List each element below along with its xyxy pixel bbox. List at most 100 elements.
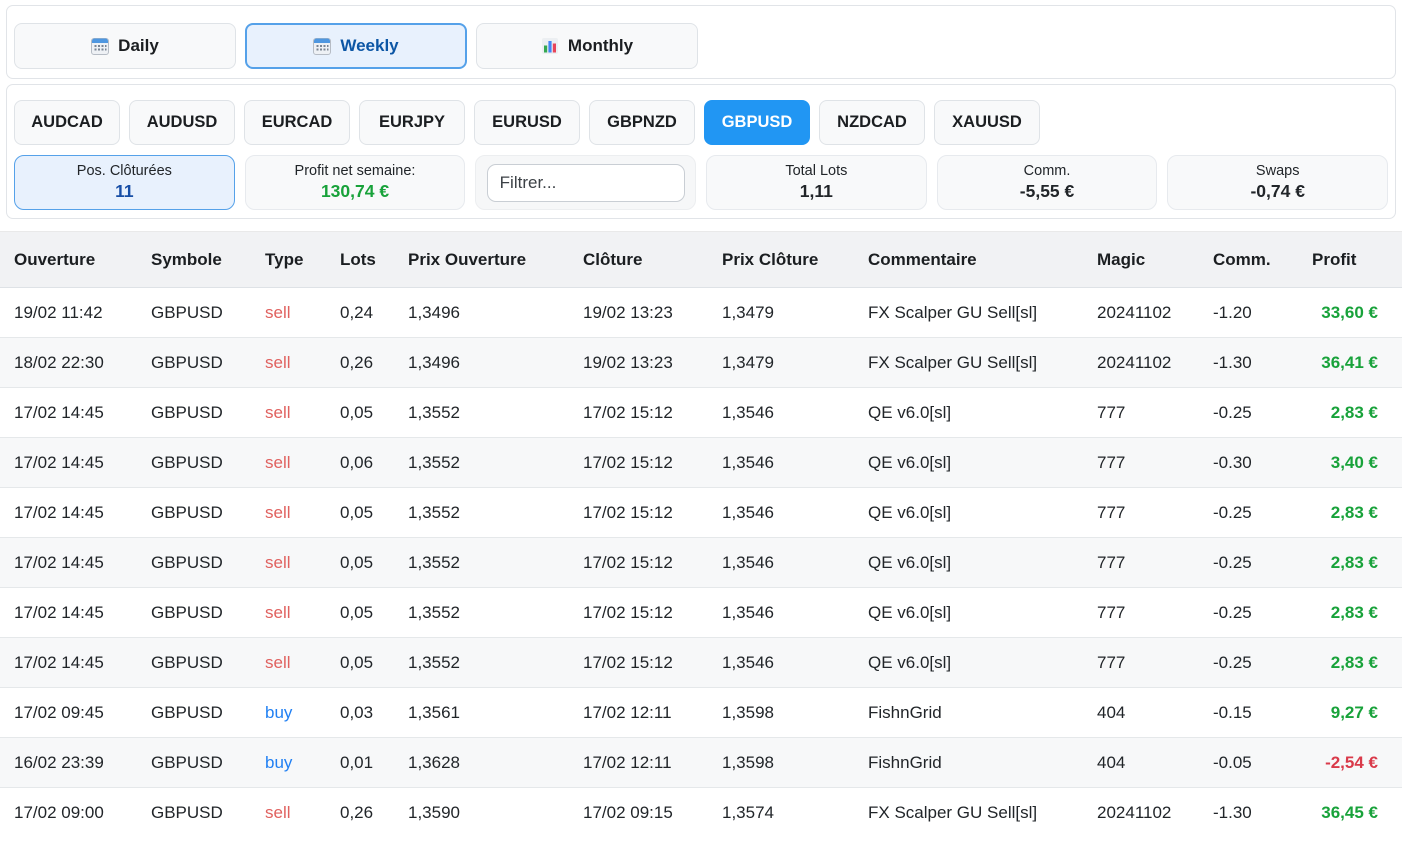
cell-open-price: 1,3628 — [394, 738, 569, 788]
column-header: Type — [251, 232, 326, 288]
cell-type: sell — [251, 288, 326, 338]
table-row: 17/02 14:45 GBPUSD sell 0,06 1,3552 17/0… — [0, 438, 1402, 488]
cell-comment: QE v6.0[sl] — [854, 588, 1083, 638]
cell-type: sell — [251, 588, 326, 638]
cell-comment: FishnGrid — [854, 738, 1083, 788]
commission-label: Comm. — [1024, 163, 1071, 179]
table-row: 16/02 23:39 GBPUSD buy 0,01 1,3628 17/02… — [0, 738, 1402, 788]
table-row: 17/02 14:45 GBPUSD sell 0,05 1,3552 17/0… — [0, 538, 1402, 588]
cell-close-price: 1,3546 — [708, 588, 854, 638]
total-lots-value: 1,11 — [800, 181, 833, 202]
cell-magic: 777 — [1083, 638, 1199, 688]
cell-comment: QE v6.0[sl] — [854, 488, 1083, 538]
cell-close-time: 17/02 12:11 — [569, 738, 708, 788]
cell-profit: 36,45 € — [1298, 788, 1402, 838]
total-lots-label: Total Lots — [785, 163, 847, 179]
cell-open-time: 19/02 11:42 — [0, 288, 137, 338]
filter-input[interactable] — [487, 164, 685, 202]
swaps-value: -0,74 € — [1250, 181, 1304, 202]
cell-profit: 9,27 € — [1298, 688, 1402, 738]
cell-comment: FX Scalper GU Sell[sl] — [854, 288, 1083, 338]
symbol-tab-nzdcad[interactable]: NZDCAD — [819, 100, 925, 145]
symbol-tab-eurusd[interactable]: EURUSD — [474, 100, 580, 145]
cell-lots: 0,05 — [326, 588, 394, 638]
cell-commission: -1.30 — [1199, 788, 1298, 838]
calendar-icon — [91, 37, 109, 55]
cell-profit: 2,83 € — [1298, 488, 1402, 538]
symbol-tab-label: AUDCAD — [31, 113, 103, 131]
cell-symbol: GBPUSD — [137, 538, 251, 588]
column-header: Commentaire — [854, 232, 1083, 288]
cell-profit: 2,83 € — [1298, 638, 1402, 688]
symbol-tab-gbpnzd[interactable]: GBPNZD — [589, 100, 695, 145]
cell-open-price: 1,3552 — [394, 488, 569, 538]
cell-open-price: 1,3552 — [394, 438, 569, 488]
closed-positions-stat[interactable]: Pos. Clôturées 11 — [14, 155, 235, 210]
column-header: Ouverture — [0, 232, 137, 288]
cell-type: sell — [251, 638, 326, 688]
cell-symbol: GBPUSD — [137, 288, 251, 338]
cell-magic: 777 — [1083, 588, 1199, 638]
cell-lots: 0,03 — [326, 688, 394, 738]
column-header: Comm. — [1199, 232, 1298, 288]
symbol-tab-label: AUDUSD — [147, 113, 218, 131]
table-row: 19/02 11:42 GBPUSD sell 0,24 1,3496 19/0… — [0, 288, 1402, 338]
symbol-tab-eurcad[interactable]: EURCAD — [244, 100, 350, 145]
table-header-row: OuvertureSymboleTypeLotsPrix OuvertureCl… — [0, 232, 1402, 288]
cell-open-price: 1,3552 — [394, 538, 569, 588]
cell-magic: 20241102 — [1083, 788, 1199, 838]
table-row: 17/02 14:45 GBPUSD sell 0,05 1,3552 17/0… — [0, 388, 1402, 438]
cell-open-price: 1,3590 — [394, 788, 569, 838]
table-row: 18/02 22:30 GBPUSD sell 0,26 1,3496 19/0… — [0, 338, 1402, 388]
column-header: Magic — [1083, 232, 1199, 288]
column-header: Prix Clôture — [708, 232, 854, 288]
cell-profit: 36,41 € — [1298, 338, 1402, 388]
symbol-tab-gbpusd[interactable]: GBPUSD — [704, 100, 810, 145]
symbol-tab-label: NZDCAD — [837, 113, 907, 131]
cell-open-time: 17/02 09:00 — [0, 788, 137, 838]
cell-comment: FX Scalper GU Sell[sl] — [854, 338, 1083, 388]
table-row: 17/02 14:45 GBPUSD sell 0,05 1,3552 17/0… — [0, 588, 1402, 638]
cell-type: sell — [251, 438, 326, 488]
cell-lots: 0,26 — [326, 338, 394, 388]
cell-open-price: 1,3552 — [394, 388, 569, 438]
symbol-tabs: AUDCAD AUDUSD EURCAD EURJPY EURUSD GBPNZ… — [14, 100, 1388, 145]
cell-close-price: 1,3598 — [708, 738, 854, 788]
period-tab-label: Weekly — [340, 36, 398, 56]
cell-lots: 0,24 — [326, 288, 394, 338]
net-profit-label: Profit net semaine: — [295, 163, 416, 179]
cell-close-price: 1,3546 — [708, 438, 854, 488]
cell-type: sell — [251, 538, 326, 588]
cell-commission: -0.15 — [1199, 688, 1298, 738]
cell-open-price: 1,3496 — [394, 288, 569, 338]
cell-magic: 777 — [1083, 388, 1199, 438]
symbol-tab-audusd[interactable]: AUDUSD — [129, 100, 235, 145]
period-tab-monthly[interactable]: Monthly — [476, 23, 698, 69]
filter-box — [475, 155, 696, 210]
period-tab-weekly[interactable]: Weekly — [245, 23, 467, 69]
cell-type: sell — [251, 338, 326, 388]
cell-close-time: 17/02 15:12 — [569, 388, 708, 438]
trades-table: OuvertureSymboleTypeLotsPrix OuvertureCl… — [0, 231, 1402, 838]
cell-close-price: 1,3598 — [708, 688, 854, 738]
calendar-icon — [313, 37, 331, 55]
cell-comment: FishnGrid — [854, 688, 1083, 738]
cell-lots: 0,05 — [326, 488, 394, 538]
cell-lots: 0,05 — [326, 638, 394, 688]
symbol-tab-eurjpy[interactable]: EURJPY — [359, 100, 465, 145]
cell-commission: -0.25 — [1199, 638, 1298, 688]
symbol-tab-label: EURCAD — [262, 113, 333, 131]
table-row: 17/02 09:45 GBPUSD buy 0,03 1,3561 17/02… — [0, 688, 1402, 738]
symbol-tab-audcad[interactable]: AUDCAD — [14, 100, 120, 145]
cell-profit: -2,54 € — [1298, 738, 1402, 788]
cell-open-time: 17/02 14:45 — [0, 388, 137, 438]
symbol-tab-xauusd[interactable]: XAUUSD — [934, 100, 1040, 145]
cell-open-price: 1,3552 — [394, 588, 569, 638]
cell-profit: 2,83 € — [1298, 538, 1402, 588]
period-tab-label: Monthly — [568, 36, 633, 56]
cell-open-time: 16/02 23:39 — [0, 738, 137, 788]
cell-close-time: 17/02 15:12 — [569, 538, 708, 588]
cell-comment: FX Scalper GU Sell[sl] — [854, 788, 1083, 838]
cell-type: buy — [251, 738, 326, 788]
period-tab-daily[interactable]: Daily — [14, 23, 236, 69]
